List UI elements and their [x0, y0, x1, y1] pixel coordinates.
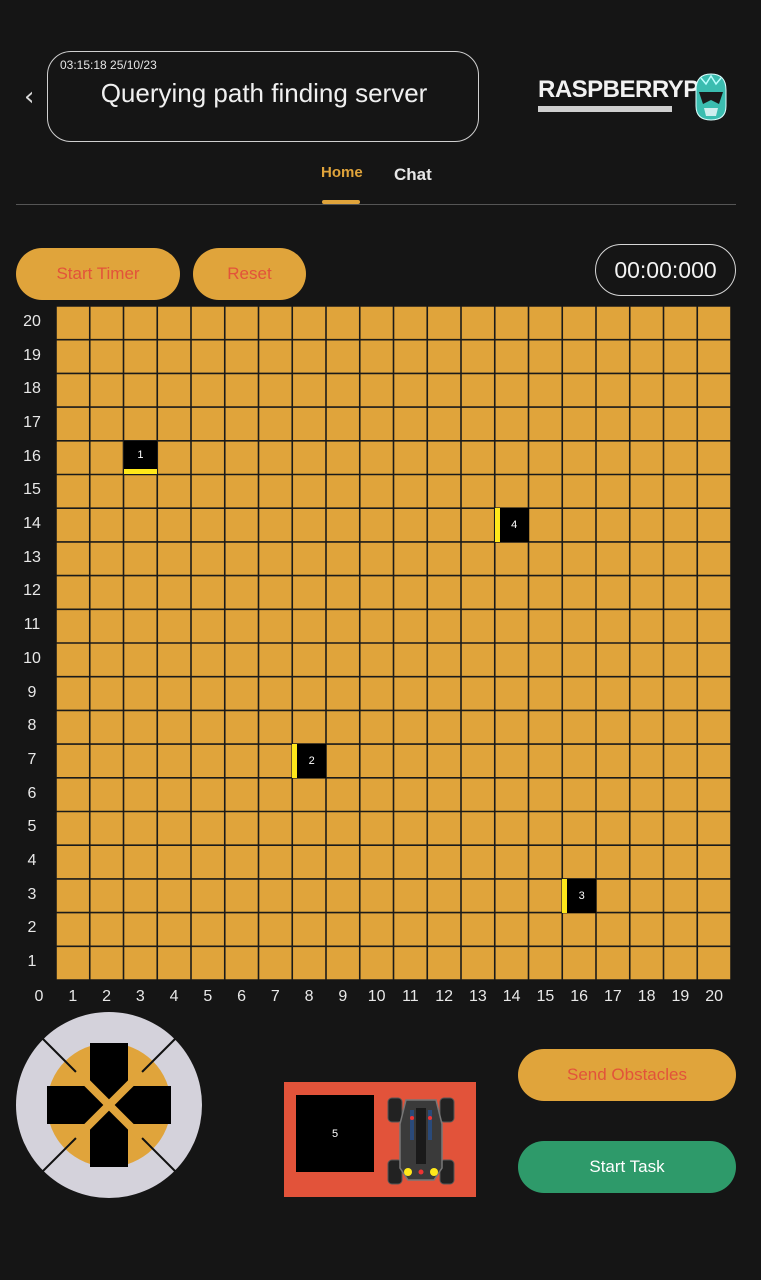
y-axis-label: 7 — [27, 750, 37, 768]
x-axis-label: 4 — [169, 988, 179, 1005]
ranger-helmet-icon — [695, 73, 727, 121]
x-axis-label: 8 — [304, 988, 314, 1005]
y-axis-label: 19 — [23, 346, 41, 364]
y-axis-label: 8 — [27, 717, 37, 735]
tab-home[interactable]: Home — [321, 164, 363, 181]
start-timer-button[interactable]: Start Timer — [16, 248, 180, 300]
y-axis-label: 18 — [23, 380, 41, 398]
y-axis-label: 10 — [23, 649, 41, 667]
obstacle[interactable]: 2 — [292, 744, 326, 778]
x-axis-label: 20 — [705, 988, 724, 1005]
tab-divider — [16, 204, 736, 205]
panel-obstacle[interactable]: 5 — [296, 1095, 374, 1172]
y-axis-label: 12 — [23, 582, 41, 600]
x-axis-label: 9 — [338, 988, 348, 1005]
obstacle[interactable]: 3 — [562, 878, 596, 913]
y-axis-label: 2 — [27, 919, 37, 937]
x-axis-label: 6 — [237, 988, 247, 1005]
brand-logo: RASPBERRYPI — [538, 76, 705, 103]
obstacle[interactable]: 1 — [123, 440, 158, 475]
status-timestamp: 03:15:18 25/10/23 — [60, 58, 157, 72]
reset-button[interactable]: Reset — [193, 248, 306, 300]
x-axis-label: 18 — [637, 988, 656, 1005]
dpad-icon[interactable] — [16, 1012, 202, 1198]
robot-car-icon[interactable] — [386, 1094, 456, 1186]
y-axis-label: 13 — [23, 548, 41, 566]
y-axis-label: 3 — [27, 885, 37, 903]
start-task-button[interactable]: Start Task — [518, 1141, 736, 1193]
y-axis-label: 1 — [27, 953, 37, 971]
send-obstacles-button[interactable]: Send Obstacles — [518, 1049, 736, 1101]
status-message: Querying path finding server — [100, 78, 428, 108]
x-axis-label: 17 — [603, 988, 622, 1005]
y-axis-label: 20 — [23, 312, 41, 330]
x-axis-label: 5 — [203, 988, 213, 1005]
x-axis-label: 11 — [402, 988, 419, 1005]
x-axis-label: 14 — [502, 988, 521, 1005]
x-axis-label: 1 — [68, 988, 78, 1005]
timer-display: 00:00:000 — [595, 244, 736, 296]
x-axis-label: 7 — [270, 988, 280, 1005]
x-axis-label: 3 — [135, 988, 145, 1005]
x-axis-label: 19 — [671, 988, 690, 1005]
y-axis-label: 14 — [23, 515, 41, 533]
x-axis-label: 0 — [34, 988, 44, 1005]
x-axis-label: 13 — [468, 988, 487, 1005]
y-axis-label: 16 — [23, 447, 41, 465]
x-axis-label: 2 — [102, 988, 112, 1005]
x-axis-label: 12 — [435, 988, 454, 1005]
x-axis-label: 15 — [536, 988, 555, 1005]
arena-grid[interactable] — [56, 306, 731, 980]
x-axis-label: 16 — [570, 988, 589, 1005]
y-axis-label: 5 — [27, 818, 37, 836]
brand-underline — [538, 106, 672, 112]
obstacle[interactable]: 4 — [494, 508, 529, 542]
y-axis-label: 17 — [23, 413, 41, 431]
y-axis-label: 9 — [27, 683, 37, 701]
y-axis-label: 11 — [23, 616, 41, 634]
tab-chat[interactable]: Chat — [394, 165, 432, 185]
x-axis-label: 10 — [367, 988, 386, 1005]
y-axis-label: 6 — [27, 784, 37, 802]
y-axis-label: 4 — [27, 852, 37, 870]
y-axis-label: 15 — [23, 481, 41, 499]
back-chevron-icon[interactable]: ‹ — [24, 84, 42, 110]
